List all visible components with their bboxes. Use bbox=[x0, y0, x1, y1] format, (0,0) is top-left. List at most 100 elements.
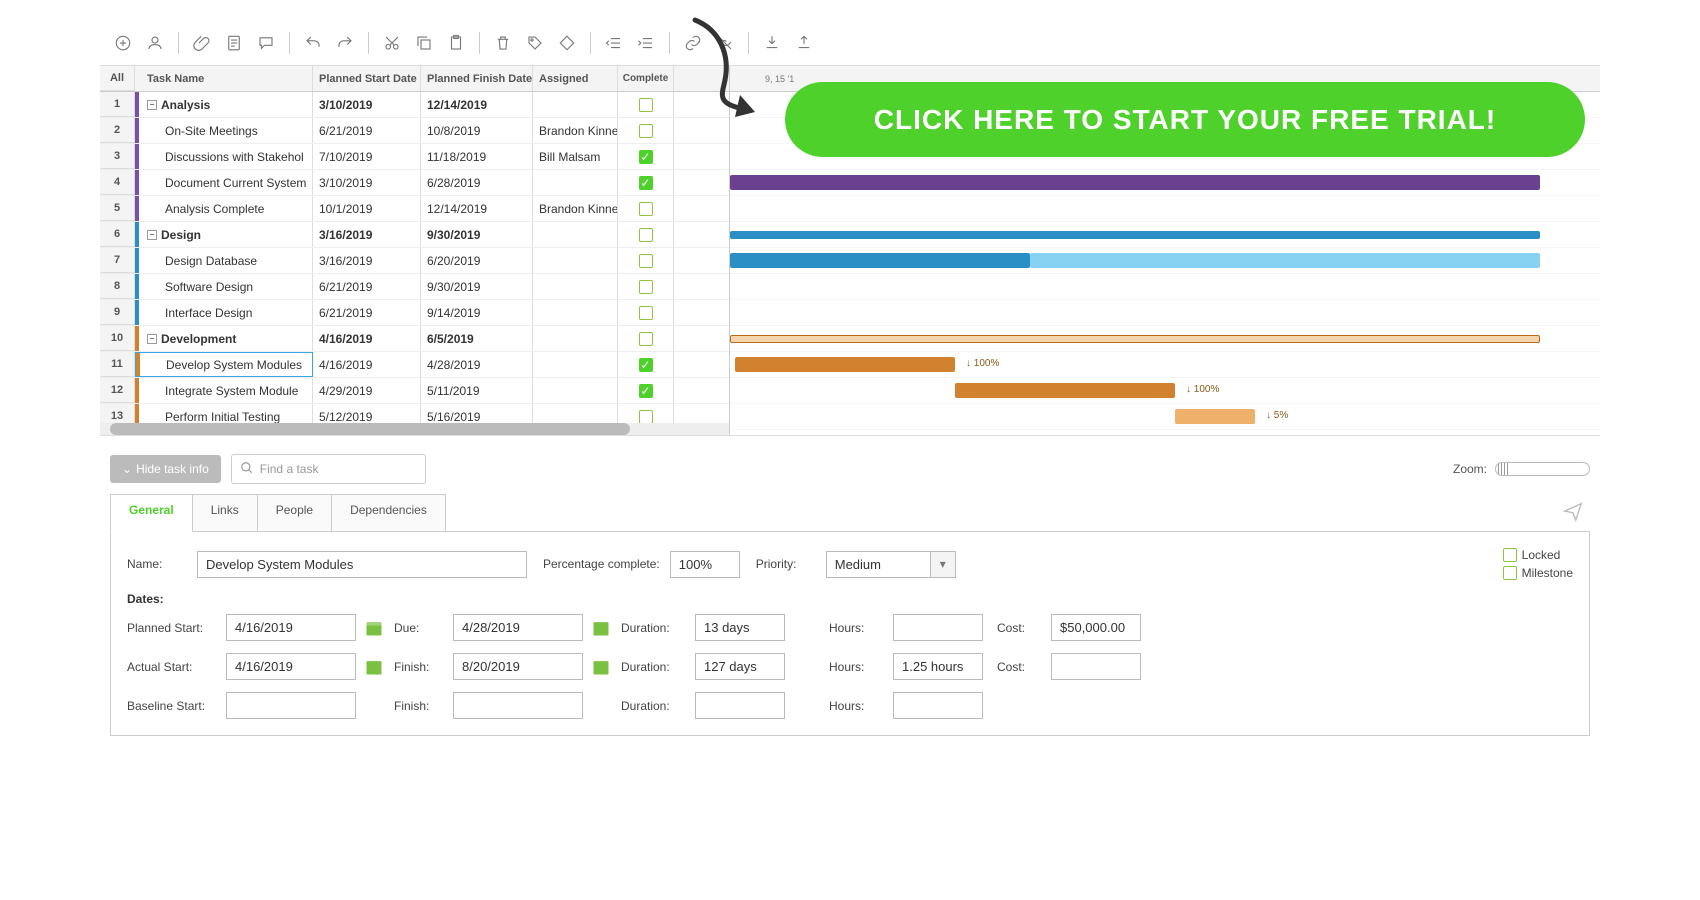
hide-task-info-button[interactable]: ⌄ Hide task info bbox=[110, 455, 221, 483]
baseline-start-input[interactable] bbox=[226, 692, 356, 719]
redo-icon[interactable] bbox=[332, 30, 358, 56]
gantt-bar-label: ↓ 100% bbox=[1186, 384, 1219, 395]
gantt-bar[interactable] bbox=[730, 231, 1540, 239]
gantt-bar[interactable] bbox=[735, 357, 955, 372]
task-row[interactable]: 10−Development4/16/20196/5/2019 bbox=[100, 326, 729, 352]
finish-input[interactable] bbox=[453, 653, 583, 680]
note-icon[interactable] bbox=[221, 30, 247, 56]
duration-label: Duration: bbox=[621, 660, 691, 674]
duration-baseline-input[interactable] bbox=[695, 692, 785, 719]
task-row[interactable]: 7Design Database3/16/20196/20/2019 bbox=[100, 248, 729, 274]
separator bbox=[289, 32, 290, 54]
attachment-icon[interactable] bbox=[189, 30, 215, 56]
comment-icon[interactable] bbox=[253, 30, 279, 56]
task-row[interactable]: 9Interface Design6/21/20199/14/2019 bbox=[100, 300, 729, 326]
gantt-bar[interactable] bbox=[1030, 253, 1540, 268]
col-all[interactable]: All bbox=[100, 66, 135, 91]
task-row[interactable]: 11Develop System Modules4/16/20194/28/20… bbox=[100, 352, 729, 378]
cta-banner[interactable]: CLICK HERE TO START YOUR FREE TRIAL! bbox=[785, 82, 1585, 157]
col-assigned[interactable]: Assigned bbox=[533, 66, 618, 91]
name-input[interactable] bbox=[197, 551, 527, 578]
hours-actual-input[interactable] bbox=[893, 653, 983, 680]
zoom-control: Zoom: bbox=[1453, 462, 1590, 476]
paste-icon[interactable] bbox=[443, 30, 469, 56]
person-icon[interactable] bbox=[142, 30, 168, 56]
collapse-icon[interactable]: − bbox=[147, 100, 157, 110]
calendar-icon[interactable] bbox=[587, 614, 614, 641]
complete-checkbox[interactable] bbox=[639, 410, 653, 424]
planned-start-input[interactable] bbox=[226, 614, 356, 641]
task-row[interactable]: 12Integrate System Module4/29/20195/11/2… bbox=[100, 378, 729, 404]
baseline-finish-input[interactable] bbox=[453, 692, 583, 719]
col-start[interactable]: Planned Start Date bbox=[313, 66, 421, 91]
calendar-icon[interactable] bbox=[587, 653, 614, 680]
duration-actual-input[interactable] bbox=[695, 653, 785, 680]
separator bbox=[368, 32, 369, 54]
complete-checkbox[interactable]: ✓ bbox=[639, 176, 653, 190]
gantt-row bbox=[730, 170, 1600, 196]
task-row[interactable]: 13Perform Initial Testing5/12/20195/16/2… bbox=[100, 404, 729, 423]
complete-checkbox[interactable]: ✓ bbox=[639, 384, 653, 398]
gantt-row bbox=[730, 300, 1600, 326]
export-icon[interactable] bbox=[791, 30, 817, 56]
cost-actual-input[interactable] bbox=[1051, 653, 1141, 680]
tag-icon[interactable] bbox=[522, 30, 548, 56]
calendar-icon[interactable] bbox=[360, 653, 387, 680]
copy-icon[interactable] bbox=[411, 30, 437, 56]
calendar-icon[interactable] bbox=[360, 614, 387, 641]
milestone-checkbox[interactable] bbox=[1503, 566, 1517, 580]
find-task-input[interactable]: Find a task bbox=[231, 454, 426, 484]
collapse-icon[interactable]: − bbox=[147, 334, 157, 344]
col-name[interactable]: Task Name bbox=[135, 66, 313, 91]
gantt-bar[interactable] bbox=[955, 383, 1175, 398]
zoom-slider[interactable] bbox=[1495, 462, 1590, 476]
hours-label: Hours: bbox=[829, 699, 889, 713]
gantt-bar[interactable] bbox=[730, 335, 1540, 343]
col-finish[interactable]: Planned Finish Date bbox=[421, 66, 533, 91]
task-row[interactable]: 6−Design3/16/20199/30/2019 bbox=[100, 222, 729, 248]
complete-checkbox[interactable] bbox=[639, 254, 653, 268]
delete-icon[interactable] bbox=[490, 30, 516, 56]
task-row[interactable]: 4Document Current System3/10/20196/28/20… bbox=[100, 170, 729, 196]
locked-checkbox[interactable] bbox=[1503, 548, 1517, 562]
tab-general[interactable]: General bbox=[110, 494, 193, 532]
gantt-bar[interactable] bbox=[730, 253, 1030, 268]
tab-dependencies[interactable]: Dependencies bbox=[331, 494, 446, 531]
task-row[interactable]: 3Discussions with Stakehol7/10/201911/18… bbox=[100, 144, 729, 170]
task-row[interactable]: 5Analysis Complete10/1/201912/14/2019Bra… bbox=[100, 196, 729, 222]
complete-checkbox[interactable]: ✓ bbox=[639, 358, 653, 372]
gantt-bar-label: ↓ 5% bbox=[1266, 410, 1288, 421]
task-grid: All Task Name Planned Start Date Planned… bbox=[100, 66, 730, 435]
tab-links[interactable]: Links bbox=[192, 494, 258, 531]
collapse-icon[interactable]: − bbox=[147, 230, 157, 240]
task-row[interactable]: 1−Analysis3/10/201912/14/2019 bbox=[100, 92, 729, 118]
complete-checkbox[interactable] bbox=[639, 332, 653, 346]
outdent-icon[interactable] bbox=[601, 30, 627, 56]
undo-icon[interactable] bbox=[300, 30, 326, 56]
complete-checkbox[interactable] bbox=[639, 228, 653, 242]
actual-start-input[interactable] bbox=[226, 653, 356, 680]
cost-planned-input[interactable] bbox=[1051, 614, 1141, 641]
complete-checkbox[interactable] bbox=[639, 280, 653, 294]
diamond-icon[interactable] bbox=[554, 30, 580, 56]
gantt-bar[interactable] bbox=[730, 175, 1540, 190]
duration-planned-input[interactable] bbox=[695, 614, 785, 641]
task-row[interactable]: 8Software Design6/21/20199/30/2019 bbox=[100, 274, 729, 300]
hours-baseline-input[interactable] bbox=[893, 692, 983, 719]
complete-checkbox[interactable] bbox=[639, 202, 653, 216]
chevron-down-icon: ⌄ bbox=[122, 462, 132, 476]
grid-hscrollbar[interactable] bbox=[100, 423, 729, 435]
priority-select[interactable]: ▾ bbox=[826, 551, 956, 578]
due-input[interactable] bbox=[453, 614, 583, 641]
task-row[interactable]: 2On-Site Meetings6/21/201910/8/2019Brand… bbox=[100, 118, 729, 144]
hours-planned-input[interactable] bbox=[893, 614, 983, 641]
complete-checkbox[interactable] bbox=[639, 306, 653, 320]
pct-input[interactable] bbox=[670, 551, 740, 578]
gantt-bar[interactable] bbox=[1175, 409, 1255, 424]
add-icon[interactable] bbox=[110, 30, 136, 56]
name-label: Name: bbox=[127, 557, 187, 571]
tab-people[interactable]: People bbox=[257, 494, 332, 531]
search-icon bbox=[240, 461, 254, 478]
cut-icon[interactable] bbox=[379, 30, 405, 56]
send-icon[interactable] bbox=[1556, 494, 1590, 531]
